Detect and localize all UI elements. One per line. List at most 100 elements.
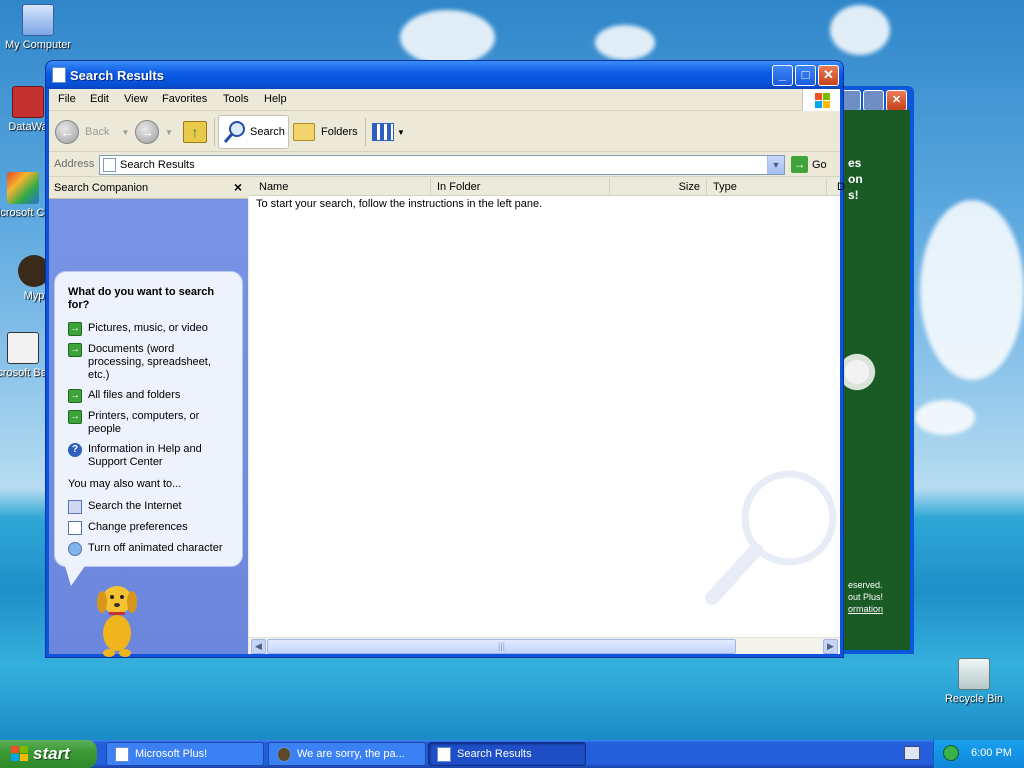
search-companion-header: Search Companion × (49, 178, 248, 199)
search-icon (223, 121, 245, 143)
desktop-icon-recycle-bin[interactable]: Recycle Bin (936, 658, 1012, 705)
window-title: Search Results (70, 68, 164, 83)
option-pictures-music-video[interactable]: → Pictures, music, or video (68, 322, 233, 336)
column-size[interactable]: Size (610, 178, 707, 196)
scroll-left-button[interactable]: ◀ (251, 639, 266, 654)
option-turn-off-character[interactable]: Turn off animated character (68, 542, 233, 556)
forward-arrow-icon: → (135, 120, 159, 144)
recycle-bin-icon (958, 658, 990, 690)
green-arrow-icon: → (68, 322, 82, 336)
option-label: Pictures, music, or video (88, 322, 208, 334)
scroll-right-button[interactable]: ▶ (823, 639, 838, 654)
search-balloon: What do you want to search for? → Pictur… (54, 271, 243, 586)
option-label: All files and folders (88, 389, 181, 401)
desktop-icon-my-computer[interactable]: My Computer (0, 4, 76, 51)
search-results-icon (103, 158, 116, 172)
cloud (830, 5, 890, 55)
chevron-down-icon: ▼ (165, 127, 173, 137)
minimize-button[interactable]: _ (772, 65, 793, 86)
desktop-icon-label: DataWa (8, 121, 48, 133)
task-search-results[interactable]: Search Results (428, 742, 586, 766)
search-companion-pane: Search Companion × What do you want to s… (49, 178, 248, 657)
maximize-button[interactable] (863, 90, 884, 111)
option-search-internet[interactable]: Search the Internet (68, 500, 233, 514)
task-label: Microsoft Plus! (135, 748, 208, 760)
views-button[interactable]: ▼ (372, 115, 405, 149)
back-button[interactable]: ← Back ▼ (55, 115, 129, 149)
desktop-icon-label: My Computer (4, 39, 72, 51)
go-button[interactable]: → Go (791, 156, 827, 173)
background-window-content: es on s! eserved. out Plus! ormation (842, 110, 910, 650)
column-name[interactable]: Name (249, 178, 431, 196)
menu-file[interactable]: File (58, 93, 76, 105)
search-window-icon (52, 67, 66, 83)
menu-favorites[interactable]: Favorites (162, 93, 207, 105)
back-arrow-icon: ← (55, 120, 79, 144)
footer-text: eserved. (848, 580, 883, 590)
option-label: Search the Internet (88, 500, 182, 512)
task-we-are-sorry[interactable]: We are sorry, the pa... (268, 742, 426, 766)
title-bar[interactable]: Search Results _ □ ✕ (46, 61, 843, 89)
option-all-files-folders[interactable]: → All files and folders (68, 389, 233, 403)
column-in-folder[interactable]: In Folder (431, 178, 610, 196)
folders-label: Folders (321, 126, 358, 138)
search-button[interactable]: Search (218, 115, 289, 149)
results-pane: Name In Folder Size Type D To start your… (249, 178, 845, 654)
keyboard-icon[interactable] (904, 746, 920, 760)
footer-link[interactable]: ormation (848, 604, 883, 614)
search-results-window: Search Results _ □ ✕ File Edit View Favo… (45, 60, 845, 658)
close-button[interactable]: ✕ (886, 90, 907, 111)
go-arrow-icon: → (791, 156, 808, 173)
menu-tools[interactable]: Tools (223, 93, 249, 105)
back-label: Back (85, 126, 110, 138)
option-help-support[interactable]: ? Information in Help and Support Center (68, 443, 233, 469)
menu-help[interactable]: Help (264, 93, 287, 105)
address-dropdown-button[interactable]: ▼ (767, 156, 784, 174)
up-folder-button[interactable]: ↑ (183, 115, 207, 149)
background-window[interactable]: ✕ es on s! eserved. out Plus! ormation (838, 86, 914, 654)
maximize-button[interactable]: □ (795, 65, 816, 86)
scrollbar-thumb[interactable]: ||| (267, 639, 736, 654)
option-documents[interactable]: → Documents (word processing, spreadshee… (68, 343, 233, 382)
system-tray: 6:00 PM (933, 740, 1024, 768)
address-label: Address (54, 158, 95, 170)
address-input[interactable]: Search Results ▼ (99, 155, 785, 175)
green-arrow-icon: → (68, 410, 82, 424)
option-printers-computers-people[interactable]: → Printers, computers, or people (68, 410, 233, 436)
bowling-pins-image (842, 340, 892, 420)
taskbar: start Microsoft Plus! We are sorry, the … (0, 740, 1024, 768)
menu-edit[interactable]: Edit (90, 93, 109, 105)
option-label: Change preferences (88, 521, 188, 533)
option-label: Information in Help and Support Center (88, 443, 202, 468)
folders-button[interactable]: Folders (293, 115, 358, 149)
task-microsoft-plus[interactable]: Microsoft Plus! (106, 742, 264, 766)
window-client: File Edit View Favorites Tools Help ← Ba… (49, 89, 845, 657)
chevron-down-icon: ▼ (397, 127, 405, 137)
search-label: Search (250, 126, 285, 138)
cloud (400, 10, 495, 65)
app-icon (277, 747, 291, 762)
search-dog-character-icon[interactable] (92, 578, 142, 658)
forward-button[interactable]: → ▼ (135, 115, 173, 149)
close-pane-icon[interactable]: × (234, 179, 242, 195)
magnifier-watermark-icon (705, 470, 837, 605)
start-button[interactable]: start (0, 740, 97, 768)
column-type[interactable]: Type (707, 178, 827, 196)
network-icon[interactable] (943, 745, 959, 761)
app-shortcut-icon (7, 172, 39, 204)
horizontal-scrollbar[interactable]: ◀ ||| ▶ (249, 637, 840, 654)
character-icon (68, 542, 82, 556)
computer-icon (22, 4, 54, 36)
windows-logo-icon (11, 746, 28, 761)
option-change-preferences[interactable]: Change preferences (68, 521, 233, 535)
search-window-icon (437, 747, 451, 762)
option-label: Documents (word processing, spreadsheet,… (88, 343, 211, 381)
menu-bar: File Edit View Favorites Tools Help (49, 89, 840, 111)
toolbar-separator (365, 118, 366, 146)
column-date[interactable]: D (827, 178, 847, 196)
green-arrow-icon: → (68, 343, 82, 357)
menu-view[interactable]: View (124, 93, 148, 105)
cloud (595, 25, 655, 60)
clock[interactable]: 6:00 PM (971, 747, 1012, 759)
close-button[interactable]: ✕ (818, 65, 839, 86)
